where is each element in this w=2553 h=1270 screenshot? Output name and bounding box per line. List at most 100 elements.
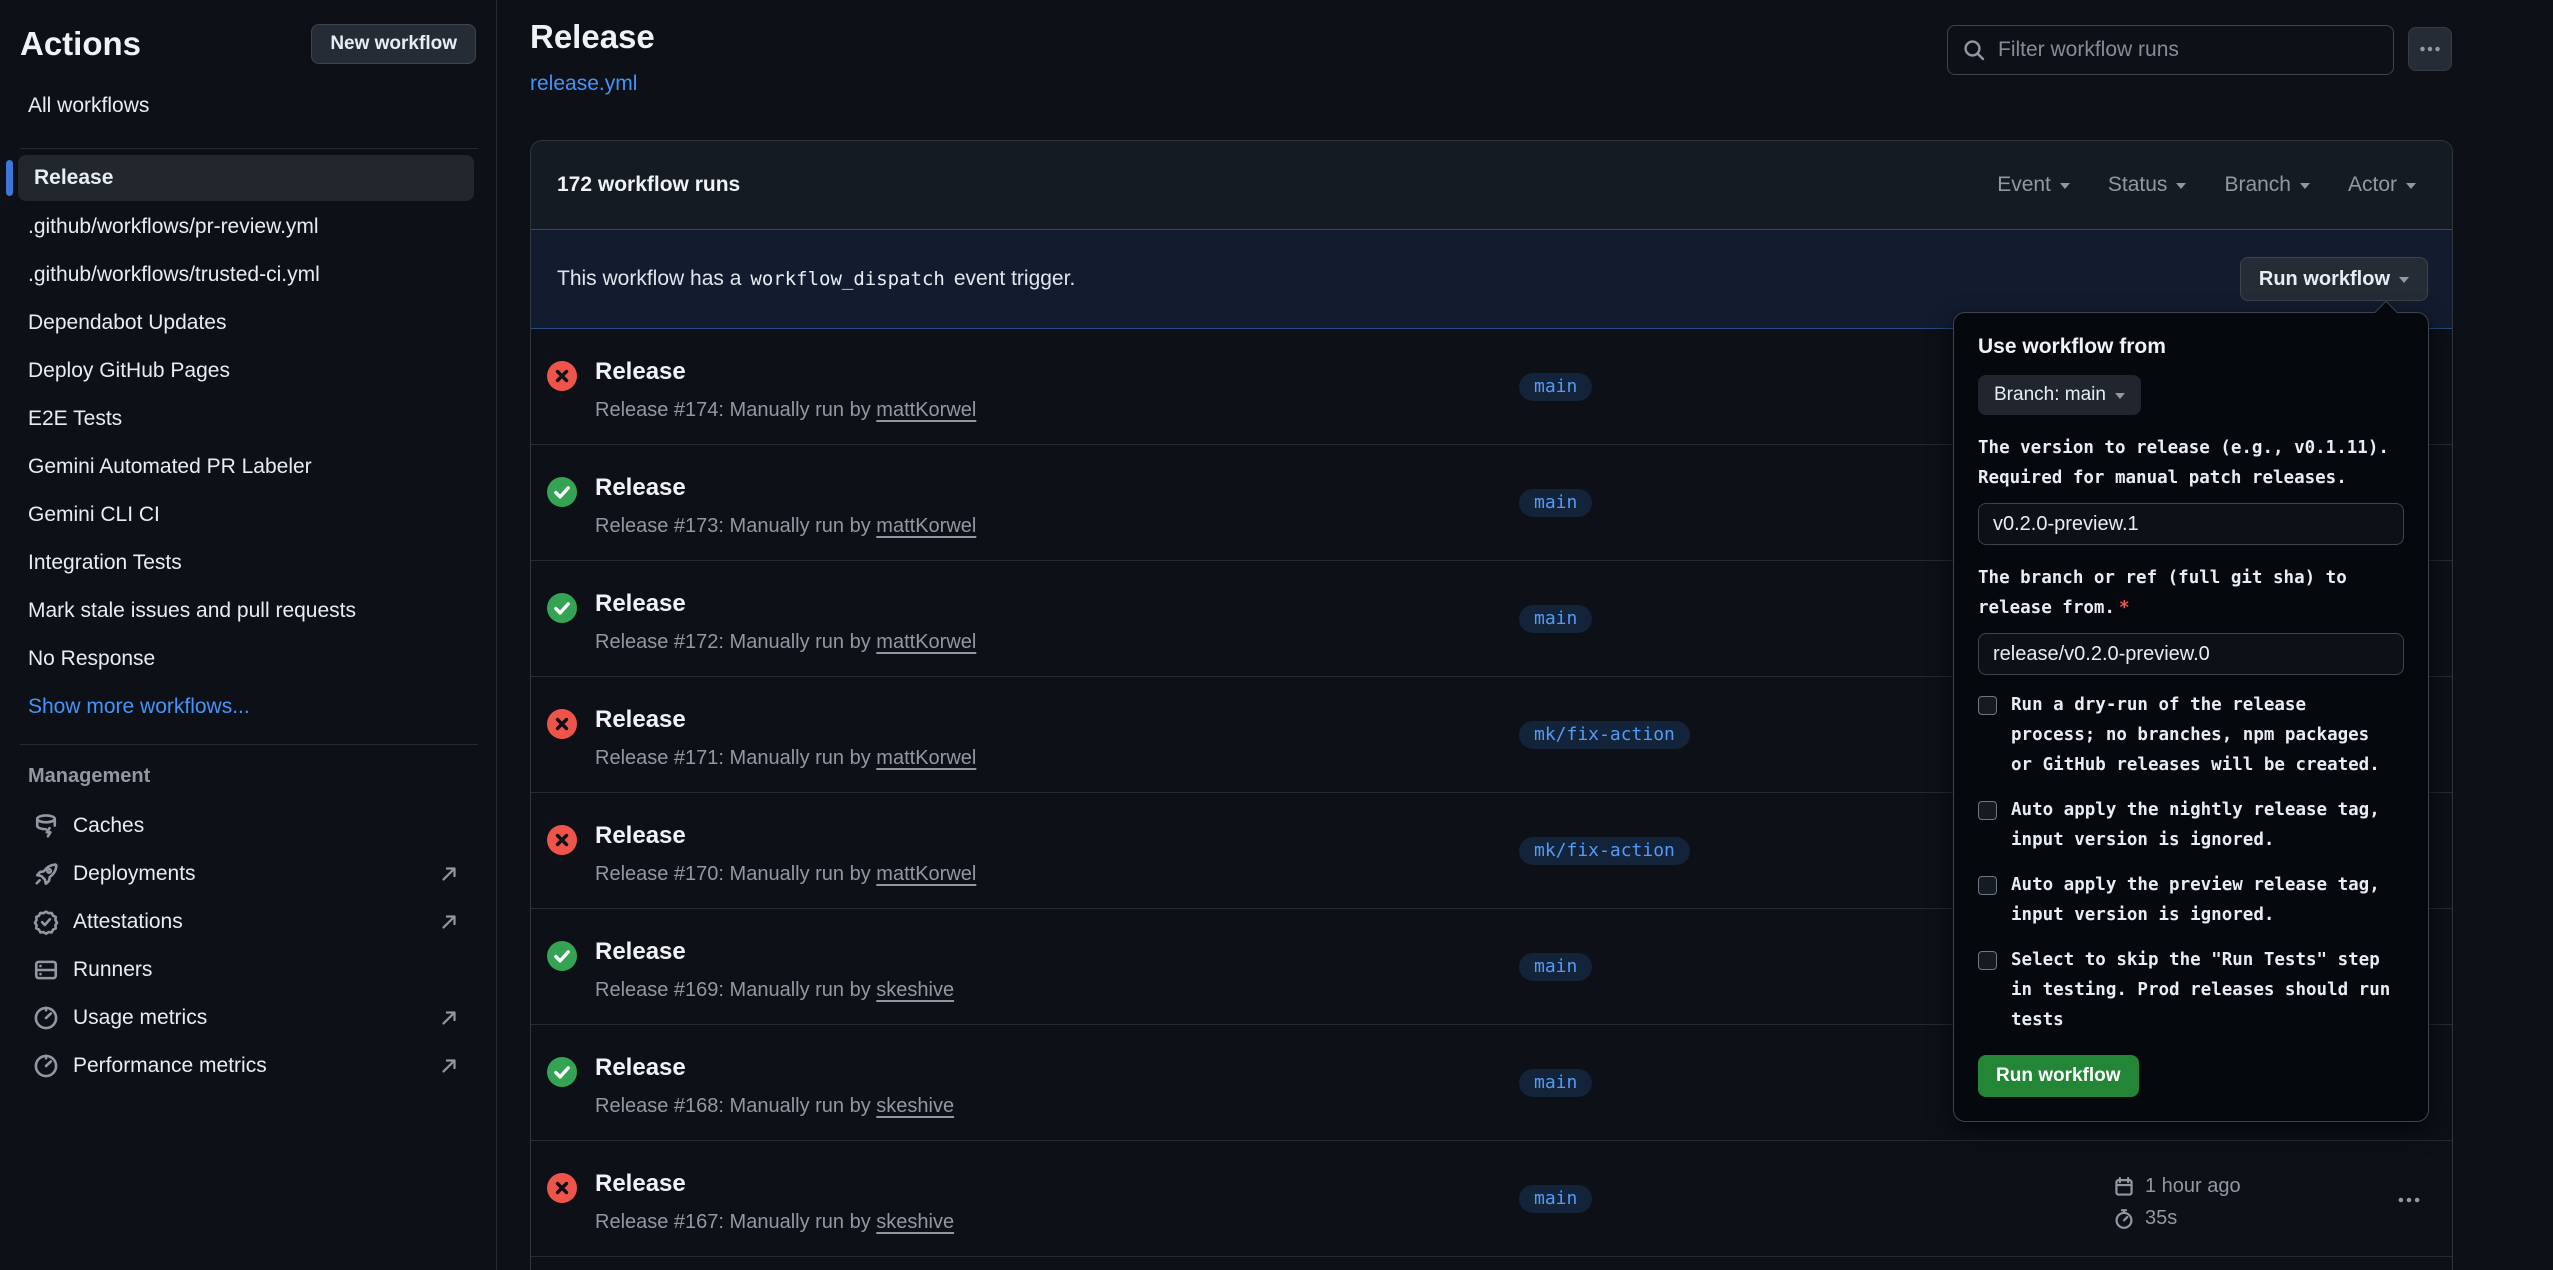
sidebar-item-label: Caches [73, 814, 144, 838]
dry-run-option: Run a dry-run of the release process; no… [1978, 690, 2404, 780]
actor-link[interactable]: mattKorwel [876, 747, 976, 769]
filter-event[interactable]: Event [1997, 173, 2070, 197]
sidebar-item-deployments[interactable]: Deployments [0, 850, 496, 898]
checkbox-label: Select to skip the "Run Tests" step in t… [2011, 945, 2399, 1035]
failure-icon [547, 1173, 577, 1203]
success-icon [547, 1057, 577, 1087]
branch-badge[interactable]: main [1519, 373, 1592, 401]
branch-badge[interactable]: main [1519, 1185, 1592, 1213]
sidebar-item-all-workflows[interactable]: All workflows [28, 94, 149, 118]
preview-tag-checkbox[interactable] [1978, 876, 1997, 895]
external-link-icon [438, 911, 460, 933]
rocket-icon [33, 861, 59, 887]
sidebar-item-attestations[interactable]: Attestations [0, 898, 496, 946]
run-duration: 35s [2145, 1207, 2177, 1230]
run-description: Release #169: Manually run by skeshive [595, 979, 954, 1002]
actor-link[interactable]: mattKorwel [876, 515, 976, 537]
workflow-options-kebab-button[interactable] [2408, 27, 2452, 71]
database-icon [33, 813, 59, 839]
chevron-down-icon [2115, 393, 2125, 404]
event-trigger-code: workflow_dispatch [750, 268, 944, 290]
new-workflow-button[interactable]: New workflow [311, 24, 476, 64]
run-description: Release #174: Manually run by mattKorwel [595, 399, 976, 422]
sidebar-item-workflow[interactable]: Integration Tests [0, 539, 496, 587]
success-icon [547, 477, 577, 507]
nightly-tag-checkbox[interactable] [1978, 801, 1997, 820]
skip-tests-checkbox[interactable] [1978, 951, 1997, 970]
meter-icon [33, 1005, 59, 1031]
actions-sidebar: Actions New workflow All workflows Relea… [0, 0, 497, 1270]
actor-link[interactable]: mattKorwel [876, 399, 976, 421]
run-title-link[interactable]: Release [595, 1170, 686, 1198]
run-workflow-submit-button[interactable]: Run workflow [1978, 1055, 2139, 1097]
verified-icon [33, 909, 59, 935]
actor-link[interactable]: skeshive [876, 1095, 954, 1117]
sidebar-divider [20, 744, 478, 745]
filter-actor[interactable]: Actor [2348, 173, 2416, 197]
sidebar-item-release-selected[interactable]: Release [18, 155, 474, 201]
run-description: Release #168: Manually run by skeshive [595, 1095, 954, 1118]
run-title-link[interactable]: Release [595, 474, 686, 502]
run-workflow-dropdown-button[interactable]: Run workflow [2240, 257, 2428, 301]
sidebar-item-runners[interactable]: Runners [0, 946, 496, 994]
branch-badge[interactable]: main [1519, 1069, 1592, 1097]
run-options-kebab-button[interactable] [2387, 1185, 2431, 1215]
sidebar-item-workflow[interactable]: No Response [0, 635, 496, 683]
run-title-link[interactable]: Release [595, 590, 686, 618]
chevron-down-icon [2060, 183, 2070, 194]
run-title-link[interactable]: Release [595, 706, 686, 734]
sidebar-item-performance-metrics[interactable]: Performance metrics [0, 1042, 496, 1090]
preview-tag-option: Auto apply the preview release tag, inpu… [1978, 870, 2404, 930]
sidebar-item-workflow[interactable]: Mark stale issues and pull requests [0, 587, 496, 635]
selected-indicator-bar [6, 160, 13, 196]
sidebar-divider [20, 148, 478, 149]
actor-link[interactable]: mattKorwel [876, 863, 976, 885]
run-title-link[interactable]: Release [595, 358, 686, 386]
run-workflow-panel: Use workflow from Branch: main The versi… [1953, 312, 2429, 1122]
branch-badge[interactable]: main [1519, 953, 1592, 981]
branch-badge[interactable]: mk/fix-action [1519, 837, 1690, 865]
run-count: 172 workflow runs [557, 173, 740, 197]
dry-run-checkbox[interactable] [1978, 696, 1997, 715]
server-icon [33, 957, 59, 983]
workflow-run-row: Release Release #167: Manually run by sk… [531, 1141, 2452, 1257]
sidebar-item-workflow[interactable]: Gemini CLI CI [0, 491, 496, 539]
success-icon [547, 941, 577, 971]
show-more-workflows-link[interactable]: Show more workflows... [0, 683, 496, 731]
sidebar-item-caches[interactable]: Caches [0, 802, 496, 850]
version-input[interactable] [1978, 503, 2404, 545]
sidebar-item-usage-metrics[interactable]: Usage metrics [0, 994, 496, 1042]
filter-status[interactable]: Status [2108, 173, 2187, 197]
run-time: 1 hour ago [2145, 1175, 2241, 1198]
run-title-link[interactable]: Release [595, 1054, 686, 1082]
workflow-file-link[interactable]: release.yml [530, 72, 637, 96]
branch-badge[interactable]: main [1519, 489, 1592, 517]
sidebar-item-workflow[interactable]: Deploy GitHub Pages [0, 347, 496, 395]
actor-link[interactable]: skeshive [876, 979, 954, 1001]
filter-branch[interactable]: Branch [2224, 173, 2310, 197]
branch-badge[interactable]: mk/fix-action [1519, 721, 1690, 749]
management-list: Caches Deployments Attestations [0, 802, 496, 1090]
chevron-down-icon [2176, 183, 2186, 194]
checkbox-label: Auto apply the preview release tag, inpu… [2011, 870, 2399, 930]
run-title-link[interactable]: Release [595, 938, 686, 966]
sidebar-item-workflow[interactable]: Gemini Automated PR Labeler [0, 443, 496, 491]
success-icon [547, 593, 577, 623]
search-input[interactable] [1998, 38, 2379, 62]
runs-list-header: 172 workflow runs Event Status Branch Ac… [531, 141, 2452, 229]
branch-badge[interactable]: main [1519, 605, 1592, 633]
actor-link[interactable]: skeshive [876, 1211, 954, 1233]
branch-selector-button[interactable]: Branch: main [1978, 375, 2141, 415]
run-title-link[interactable]: Release [595, 822, 686, 850]
sidebar-title: Actions [20, 25, 141, 63]
ref-input[interactable] [1978, 633, 2404, 675]
sidebar-item-workflow[interactable]: .github/workflows/pr-review.yml [0, 203, 496, 251]
actor-link[interactable]: mattKorwel [876, 631, 976, 653]
sidebar-item-workflow[interactable]: .github/workflows/trusted-ci.yml [0, 251, 496, 299]
chevron-down-icon [2300, 183, 2310, 194]
sidebar-item-workflow[interactable]: Dependabot Updates [0, 299, 496, 347]
ref-input-label: The branch or ref (full git sha) to rele… [1978, 563, 2404, 623]
sidebar-item-workflow[interactable]: E2E Tests [0, 395, 496, 443]
checkbox-label: Run a dry-run of the release process; no… [2011, 690, 2399, 780]
run-description: Release #171: Manually run by mattKorwel [595, 747, 976, 770]
